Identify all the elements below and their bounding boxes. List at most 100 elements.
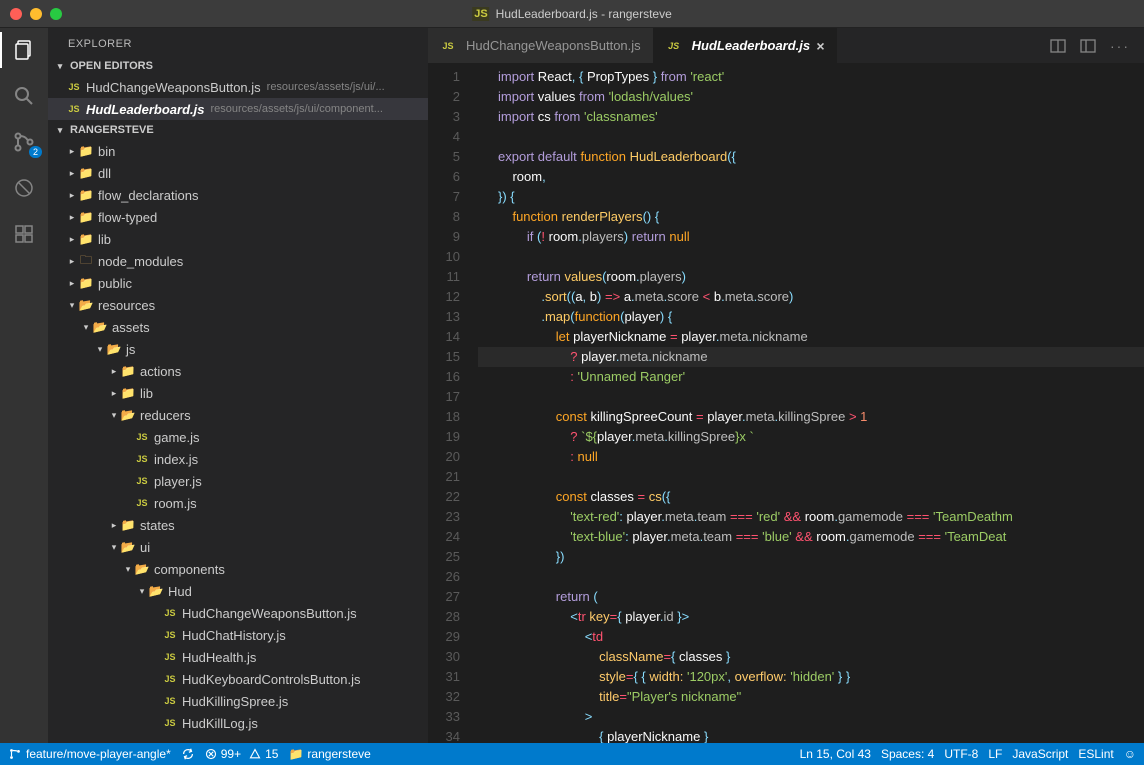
folder-item[interactable]: ▸📁flow_declarations bbox=[48, 184, 428, 206]
code-line[interactable]: ? player.meta.nickname bbox=[478, 347, 1144, 367]
folder-item[interactable]: ▸📁flow-typed bbox=[48, 206, 428, 228]
encoding[interactable]: UTF-8 bbox=[944, 747, 978, 761]
layout-icon[interactable] bbox=[1080, 38, 1096, 54]
project-header[interactable]: ▾ RANGERSTEVE bbox=[48, 120, 428, 140]
folder-item[interactable]: ▸📁states bbox=[48, 514, 428, 536]
code-line[interactable]: title="Player's nickname" bbox=[478, 687, 1144, 707]
code-line[interactable]: : 'Unnamed Ranger' bbox=[478, 367, 1144, 387]
file-item[interactable]: JSindex.js bbox=[48, 448, 428, 470]
editor-area: JSHudChangeWeaponsButton.jsJSHudLeaderbo… bbox=[428, 28, 1144, 743]
code-line[interactable] bbox=[478, 387, 1144, 407]
chevron-down-icon: ▾ bbox=[108, 410, 120, 421]
code-lines[interactable]: import React, { PropTypes } from 'react'… bbox=[478, 63, 1144, 743]
code-line[interactable] bbox=[478, 127, 1144, 147]
code-line[interactable]: style={ { width: '120px', overflow: 'hid… bbox=[478, 667, 1144, 687]
code-line[interactable]: 'text-red': player.meta.team === 'red' &… bbox=[478, 507, 1144, 527]
code-line[interactable]: if (! room.players) return null bbox=[478, 227, 1144, 247]
folder-icon: 📁 bbox=[120, 518, 136, 532]
code-line[interactable]: .sort((a, b) => a.meta.score < b.meta.sc… bbox=[478, 287, 1144, 307]
folder-item[interactable]: ▾📂assets bbox=[48, 316, 428, 338]
code-line[interactable]: const killingSpreeCount = player.meta.ki… bbox=[478, 407, 1144, 427]
code-line[interactable]: { playerNickname } bbox=[478, 727, 1144, 743]
chevron-right-icon: ▸ bbox=[108, 520, 120, 531]
folder-item[interactable]: ▸📁bin bbox=[48, 140, 428, 162]
file-item[interactable]: JSHudHealth.js bbox=[48, 646, 428, 668]
open-editors-list: JSHudChangeWeaponsButton.jsresources/ass… bbox=[48, 76, 428, 120]
indent[interactable]: Spaces: 4 bbox=[881, 747, 934, 761]
folder-item[interactable]: ▾📂ui bbox=[48, 536, 428, 558]
open-editor-item[interactable]: JSHudChangeWeaponsButton.jsresources/ass… bbox=[48, 76, 428, 98]
file-item[interactable]: JSHudKillingSpree.js bbox=[48, 690, 428, 712]
folder-item[interactable]: ▸📁lib bbox=[48, 382, 428, 404]
folder-item[interactable]: ▸🗀node_modules bbox=[48, 250, 428, 272]
folder-item[interactable]: ▸📁public bbox=[48, 272, 428, 294]
code-line[interactable]: room, bbox=[478, 167, 1144, 187]
folder-item[interactable]: ▸📁actions bbox=[48, 360, 428, 382]
code-line[interactable]: 'text-blue': player.meta.team === 'blue'… bbox=[478, 527, 1144, 547]
code-line[interactable]: import values from 'lodash/values' bbox=[478, 87, 1144, 107]
code-line[interactable]: <td bbox=[478, 627, 1144, 647]
feedback-icon[interactable]: ☺ bbox=[1124, 747, 1136, 761]
code-line[interactable]: function renderPlayers() { bbox=[478, 207, 1144, 227]
item-name: HudKeyboardControlsButton.js bbox=[182, 672, 361, 687]
eol[interactable]: LF bbox=[988, 747, 1002, 761]
code-line[interactable]: return ( bbox=[478, 587, 1144, 607]
minimize-window-button[interactable] bbox=[30, 8, 42, 20]
file-item[interactable]: JSHudChatHistory.js bbox=[48, 624, 428, 646]
code-line[interactable]: : null bbox=[478, 447, 1144, 467]
file-item[interactable]: JSroom.js bbox=[48, 492, 428, 514]
code-line[interactable] bbox=[478, 567, 1144, 587]
code-line[interactable]: const classes = cs({ bbox=[478, 487, 1144, 507]
split-editor-icon[interactable] bbox=[1050, 38, 1066, 54]
more-icon[interactable]: ··· bbox=[1110, 38, 1130, 54]
folder-item[interactable]: ▾📂Hud bbox=[48, 580, 428, 602]
git-branch[interactable]: feature/move-player-angle* bbox=[8, 747, 171, 761]
code-line[interactable]: .map(function(player) { bbox=[478, 307, 1144, 327]
file-item[interactable]: JSHudChangeWeaponsButton.js bbox=[48, 602, 428, 624]
file-item[interactable]: JSgame.js bbox=[48, 426, 428, 448]
code-line[interactable]: export default function HudLeaderboard({ bbox=[478, 147, 1144, 167]
code-line[interactable]: <tr key={ player.id }> bbox=[478, 607, 1144, 627]
sync-icon[interactable] bbox=[181, 747, 195, 761]
code-line[interactable] bbox=[478, 467, 1144, 487]
code-line[interactable]: > bbox=[478, 707, 1144, 727]
folder-item[interactable]: ▸📁dll bbox=[48, 162, 428, 184]
code-line[interactable]: }) bbox=[478, 547, 1144, 567]
folder-item[interactable]: ▾📂reducers bbox=[48, 404, 428, 426]
status-folder[interactable]: 📁 rangersteve bbox=[288, 747, 370, 761]
code-line[interactable]: import React, { PropTypes } from 'react' bbox=[478, 67, 1144, 87]
cursor-position[interactable]: Ln 15, Col 43 bbox=[800, 747, 871, 761]
code-line[interactable]: let playerNickname = player.meta.nicknam… bbox=[478, 327, 1144, 347]
source-control-icon[interactable]: 2 bbox=[10, 128, 38, 156]
open-editors-header[interactable]: ▾ OPEN EDITORS bbox=[48, 56, 428, 76]
file-item[interactable]: JSHudKeyboardControlsButton.js bbox=[48, 668, 428, 690]
explorer-icon[interactable] bbox=[10, 36, 38, 64]
folder-item[interactable]: ▸📁lib bbox=[48, 228, 428, 250]
open-editor-item[interactable]: JSHudLeaderboard.jsresources/assets/js/u… bbox=[48, 98, 428, 120]
problems[interactable]: 99+ 15 bbox=[205, 747, 279, 761]
code-line[interactable]: return values(room.players) bbox=[478, 267, 1144, 287]
close-tab-icon[interactable]: × bbox=[816, 38, 824, 54]
folder-item[interactable]: ▾📂js bbox=[48, 338, 428, 360]
code-line[interactable]: }) { bbox=[478, 187, 1144, 207]
folder-item[interactable]: ▾📂resources bbox=[48, 294, 428, 316]
eslint[interactable]: ESLint bbox=[1078, 747, 1113, 761]
language[interactable]: JavaScript bbox=[1012, 747, 1068, 761]
editor-tab[interactable]: JSHudChangeWeaponsButton.js bbox=[428, 28, 654, 63]
maximize-window-button[interactable] bbox=[50, 8, 62, 20]
folder-item[interactable]: ▾📂components bbox=[48, 558, 428, 580]
item-name: assets bbox=[112, 320, 150, 335]
file-item[interactable]: JSplayer.js bbox=[48, 470, 428, 492]
search-icon[interactable] bbox=[10, 82, 38, 110]
file-path: resources/assets/js/ui/... bbox=[267, 81, 385, 93]
file-item[interactable]: JSHudKillLog.js bbox=[48, 712, 428, 734]
extensions-icon[interactable] bbox=[10, 220, 38, 248]
code-line[interactable]: ? `${player.meta.killingSpree}x ` bbox=[478, 427, 1144, 447]
close-window-button[interactable] bbox=[10, 8, 22, 20]
editor-tab[interactable]: JSHudLeaderboard.js× bbox=[654, 28, 838, 63]
debug-icon[interactable] bbox=[10, 174, 38, 202]
code-line[interactable]: className={ classes } bbox=[478, 647, 1144, 667]
code-line[interactable]: import cs from 'classnames' bbox=[478, 107, 1144, 127]
code-editor[interactable]: 1234567891011121314151617181920212223242… bbox=[428, 63, 1144, 743]
code-line[interactable] bbox=[478, 247, 1144, 267]
